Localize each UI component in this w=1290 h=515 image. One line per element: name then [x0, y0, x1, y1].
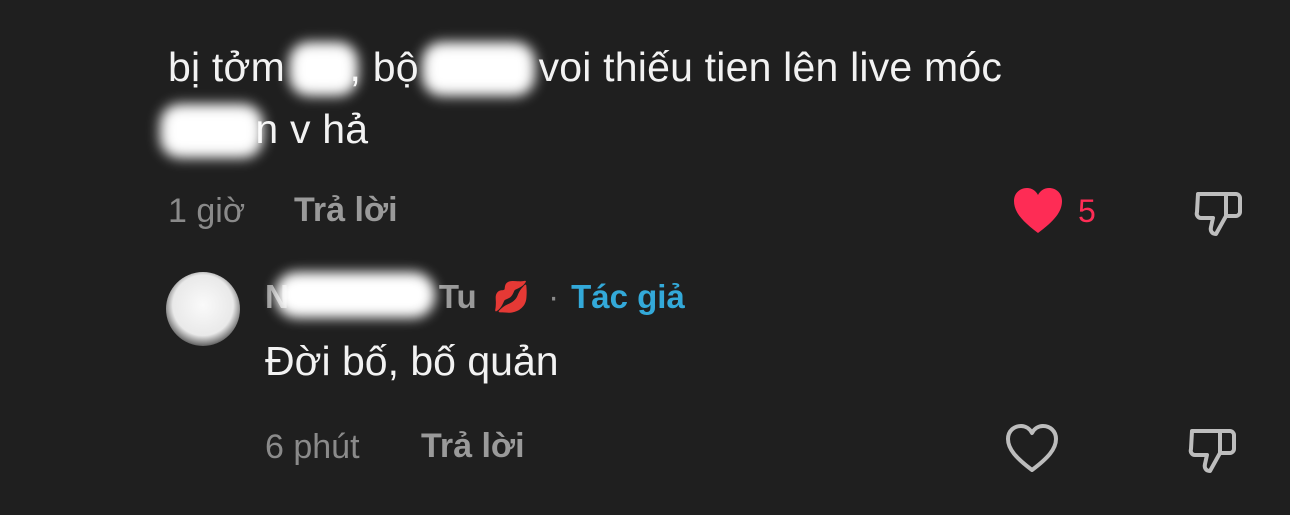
author-name-end: Tu — [438, 278, 477, 315]
comment-text-part: bị tởm — [168, 44, 297, 90]
comment-text-part: n v hả — [255, 106, 369, 152]
like-button[interactable]: 5 — [1012, 187, 1096, 235]
dislike-button[interactable] — [1192, 186, 1244, 243]
author-name[interactable]: NTu — [265, 272, 477, 318]
comment-text-part: , bộ — [349, 44, 431, 90]
author-badge: Tác giả — [571, 278, 685, 315]
dislike-button[interactable] — [1186, 423, 1238, 480]
censor-mask — [275, 272, 435, 318]
comment-text: bị tởm vãi, bộ nứng voi thiếu tien lên l… — [168, 36, 1168, 160]
reply-author-line: NTu 💋 · Tác giả — [265, 272, 685, 318]
censored-word: nứng — [430, 36, 527, 98]
reply-button[interactable]: Trả lời — [294, 191, 398, 230]
kiss-emoji: 💋 — [492, 280, 531, 314]
like-button[interactable] — [1005, 424, 1059, 479]
censored-word: vãi — [297, 36, 350, 98]
heart-outline-icon — [1006, 424, 1058, 472]
comment-text-part: voi thiếu tien lên live móc — [526, 44, 1003, 90]
heart-filled-icon — [1014, 188, 1062, 233]
comment-timestamp: 1 giờ — [168, 192, 246, 230]
like-count: 5 — [1078, 192, 1096, 229]
separator-dot: · — [548, 278, 560, 315]
avatar[interactable] — [166, 272, 240, 346]
reply-text: Đời bố, bố quản — [265, 338, 559, 384]
reply-button[interactable]: Trả lời — [421, 427, 525, 466]
comment-thread: bị tởm vãi, bộ nứng voi thiếu tien lên l… — [0, 0, 1290, 515]
thumbs-down-icon — [1188, 429, 1236, 473]
censored-word: kiếm — [168, 98, 255, 160]
reply-timestamp: 6 phút — [265, 428, 360, 466]
thumbs-down-icon — [1194, 192, 1242, 236]
